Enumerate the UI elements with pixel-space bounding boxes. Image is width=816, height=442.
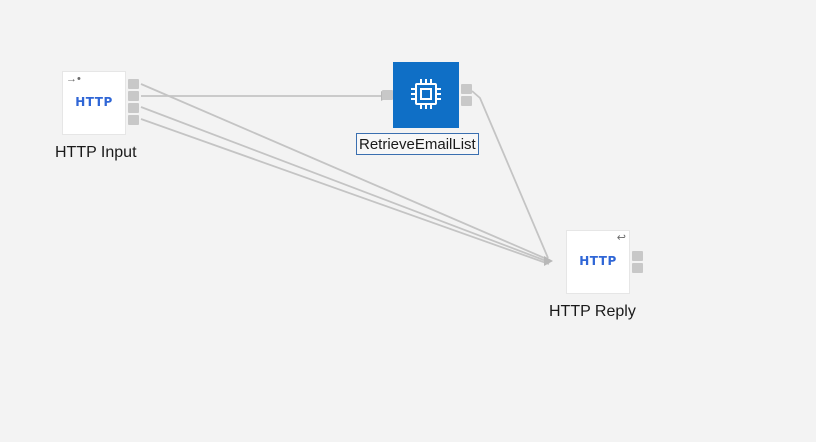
http-input-catch-terminal[interactable]	[128, 115, 139, 125]
http-input-icon-text: HTTP	[75, 95, 113, 109]
http-input-caption[interactable]: HTTP Input	[55, 144, 137, 162]
http-reply-out-terminal[interactable]	[632, 251, 643, 261]
retrieve-email-list-node[interactable]	[393, 62, 459, 128]
http-input-failure-terminal[interactable]	[128, 91, 139, 101]
compute-out-terminal[interactable]	[461, 84, 472, 94]
chip-icon	[411, 79, 441, 109]
http-input-node[interactable]: →• HTTP	[62, 71, 126, 135]
flow-canvas[interactable]: →• HTTP HTTP Input RetrieveEmailList ↩ H…	[0, 0, 816, 442]
wire-catch-to-reply	[140, 118, 550, 265]
http-input-timeout-terminal[interactable]	[128, 103, 139, 113]
http-reply-icon-text: HTTP	[579, 254, 617, 268]
compute-in-terminal[interactable]	[382, 90, 393, 100]
wire-failure-to-reply	[140, 83, 550, 261]
http-input-out-terminal[interactable]	[128, 79, 139, 89]
http-reply-caption[interactable]: HTTP Reply	[549, 303, 636, 321]
http-reply-node[interactable]: ↩ HTTP	[566, 230, 630, 294]
input-arrow-icon: →•	[66, 73, 81, 85]
wire-compute-to-reply	[471, 90, 549, 259]
reply-arrow-icon: ↩	[616, 232, 626, 244]
compute-failure-terminal[interactable]	[461, 96, 472, 106]
retrieve-email-list-caption[interactable]: RetrieveEmailList	[356, 133, 479, 155]
wire-arrowhead-reply	[544, 256, 553, 266]
wire-timeout-to-reply	[140, 106, 550, 263]
http-reply-failure-terminal[interactable]	[632, 263, 643, 273]
